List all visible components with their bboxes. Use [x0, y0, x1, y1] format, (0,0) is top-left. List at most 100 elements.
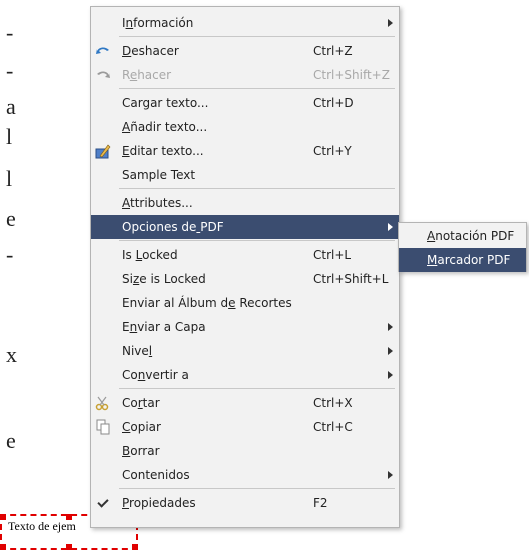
menu-item-convertir-a[interactable]: Convertir a [91, 363, 399, 387]
submenu-item-label: Marcador PDF [427, 253, 511, 267]
menu-item-informacion[interactable]: Información [91, 11, 399, 35]
checkmark-icon [95, 495, 111, 511]
submenu-item-anotacion-pdf[interactable]: Anotación PDF [399, 224, 526, 248]
menu-item-label: Borrar [122, 444, 160, 458]
menu-item-label: Copiar [122, 420, 161, 434]
redo-icon [95, 67, 111, 83]
background-glyph: - [6, 58, 14, 83]
menu-item-label: Convertir a [122, 368, 189, 382]
menu-item-label: Cargar texto... [122, 96, 209, 110]
menu-item-shortcut: Ctrl+Shift+L [313, 272, 389, 286]
background-glyph: - [6, 20, 14, 45]
menu-item-opciones-de-pdf[interactable]: Opciones de PDF [91, 215, 399, 239]
menu-item-shortcut: Ctrl+C [313, 420, 353, 434]
menu-item-label: Sample Text [122, 168, 196, 182]
menu-item-label: Añadir texto... [122, 120, 208, 134]
edit-text-icon [95, 143, 111, 159]
submenu-item-label: Anotación PDF [427, 229, 515, 243]
background-glyph: l [6, 124, 13, 149]
menu-item-label: Editar texto... [122, 144, 204, 158]
background-glyph: l [6, 166, 13, 191]
menu-item-label: Enviar a Capa [122, 320, 206, 334]
menu-item-contenidos[interactable]: Contenidos [91, 463, 399, 487]
submenu-item-marcador-pdf[interactable]: Marcador PDF [399, 248, 526, 272]
menu-item-shortcut: Ctrl+L [313, 248, 352, 262]
menu-item-label: Contenidos [122, 468, 190, 482]
icon-slot-empty [95, 467, 111, 483]
icon-slot-empty [95, 15, 111, 31]
text-frame-content: Texto de ejem [8, 519, 76, 533]
menu-item-enviar-a-capa[interactable]: Enviar a Capa [91, 315, 399, 339]
menu-item-cortar[interactable]: Cortar Ctrl+X [91, 391, 399, 415]
background-glyph: x [6, 342, 17, 367]
menu-item-attributes[interactable]: Attributes... [91, 191, 399, 215]
menu-item-label: Rehacer [122, 68, 172, 82]
menu-item-anadir-texto[interactable]: Añadir texto... [91, 115, 399, 139]
menu-item-propiedades[interactable]: Propiedades F2 [91, 491, 399, 515]
submenu-items: Anotación PDF Marcador PDF [399, 224, 526, 272]
icon-slot-empty [95, 271, 111, 287]
menu-item-label: Opciones de PDF [122, 220, 224, 234]
icon-slot-empty [95, 443, 111, 459]
menu-separator-line [119, 488, 395, 489]
menu-item-copiar[interactable]: Copiar Ctrl+C [91, 415, 399, 439]
background-glyph: a [6, 94, 16, 119]
icon-slot-empty [95, 295, 111, 311]
menu-item-is-locked[interactable]: Is Locked Ctrl+L [91, 243, 399, 267]
menu-separator-line [119, 240, 395, 241]
icon-slot-empty [95, 219, 111, 235]
submenu-arrow-icon [388, 323, 393, 331]
submenu-arrow-icon [388, 347, 393, 355]
menu-item-label: Cortar [122, 396, 160, 410]
menu-item-shortcut: F2 [313, 496, 328, 510]
background-glyph: e [6, 428, 16, 453]
icon-slot-empty [95, 319, 111, 335]
background-glyph: - [6, 242, 14, 267]
menu-item-label: Nivel [122, 344, 153, 358]
icon-slot-empty [95, 167, 111, 183]
icon-slot-empty [95, 247, 111, 263]
menu-item-label: Attributes... [122, 196, 193, 210]
menu-item-label: Enviar al Álbum de Recortes [122, 296, 292, 310]
cut-icon [95, 395, 111, 411]
context-menu-items: Información Deshacer Ctrl+Z Rehacer Ctrl+Shi… [91, 11, 399, 515]
menu-item-shortcut: Ctrl+Y [313, 144, 352, 158]
menu-item-label: Información [122, 16, 194, 30]
context-menu: Información Deshacer Ctrl+Z Rehacer Ctrl+Shi… [90, 6, 400, 528]
menu-item-size-is-locked[interactable]: Size is Locked Ctrl+Shift+L [91, 267, 399, 291]
submenu-arrow-icon [388, 223, 393, 231]
menu-item-label: Propiedades [122, 496, 196, 510]
menu-separator-line [119, 88, 395, 89]
icon-slot-empty [95, 95, 111, 111]
icon-slot-empty [95, 343, 111, 359]
undo-icon [95, 43, 111, 59]
pdf-options-submenu: Anotación PDF Marcador PDF [398, 222, 527, 272]
menu-item-sample-text[interactable]: Sample Text [91, 163, 399, 187]
menu-item-label: Is Locked [122, 248, 178, 262]
resize-handle[interactable] [0, 514, 6, 520]
menu-item-editar-texto[interactable]: Editar texto... Ctrl+Y [91, 139, 399, 163]
menu-item-nivel[interactable]: Nivel [91, 339, 399, 363]
icon-slot-empty [95, 119, 111, 135]
menu-item-label: Size is Locked [122, 272, 206, 286]
menu-item-shortcut: Ctrl+Z [313, 44, 353, 58]
menu-item-label: Deshacer [122, 44, 179, 58]
submenu-arrow-icon [388, 471, 393, 479]
menu-item-shortcut: Ctrl+D [313, 96, 354, 110]
menu-item-borrar[interactable]: Borrar [91, 439, 399, 463]
menu-item-shortcut: Ctrl+X [313, 396, 353, 410]
menu-separator-line [119, 36, 395, 37]
icon-slot-empty [95, 195, 111, 211]
menu-item-cargar-texto[interactable]: Cargar texto... Ctrl+D [91, 91, 399, 115]
menu-item-enviar-al-album-de-recortes[interactable]: Enviar al Álbum de Recortes [91, 291, 399, 315]
submenu-arrow-icon [388, 371, 393, 379]
menu-item-deshacer[interactable]: Deshacer Ctrl+Z [91, 39, 399, 63]
menu-separator-line [119, 188, 395, 189]
resize-handle[interactable] [0, 544, 6, 550]
copy-icon [95, 419, 111, 435]
menu-separator-line [119, 388, 395, 389]
resize-handle[interactable] [132, 544, 138, 550]
resize-handle[interactable] [66, 544, 72, 550]
icon-slot-empty [95, 367, 111, 383]
menu-item-shortcut: Ctrl+Shift+Z [313, 68, 390, 82]
